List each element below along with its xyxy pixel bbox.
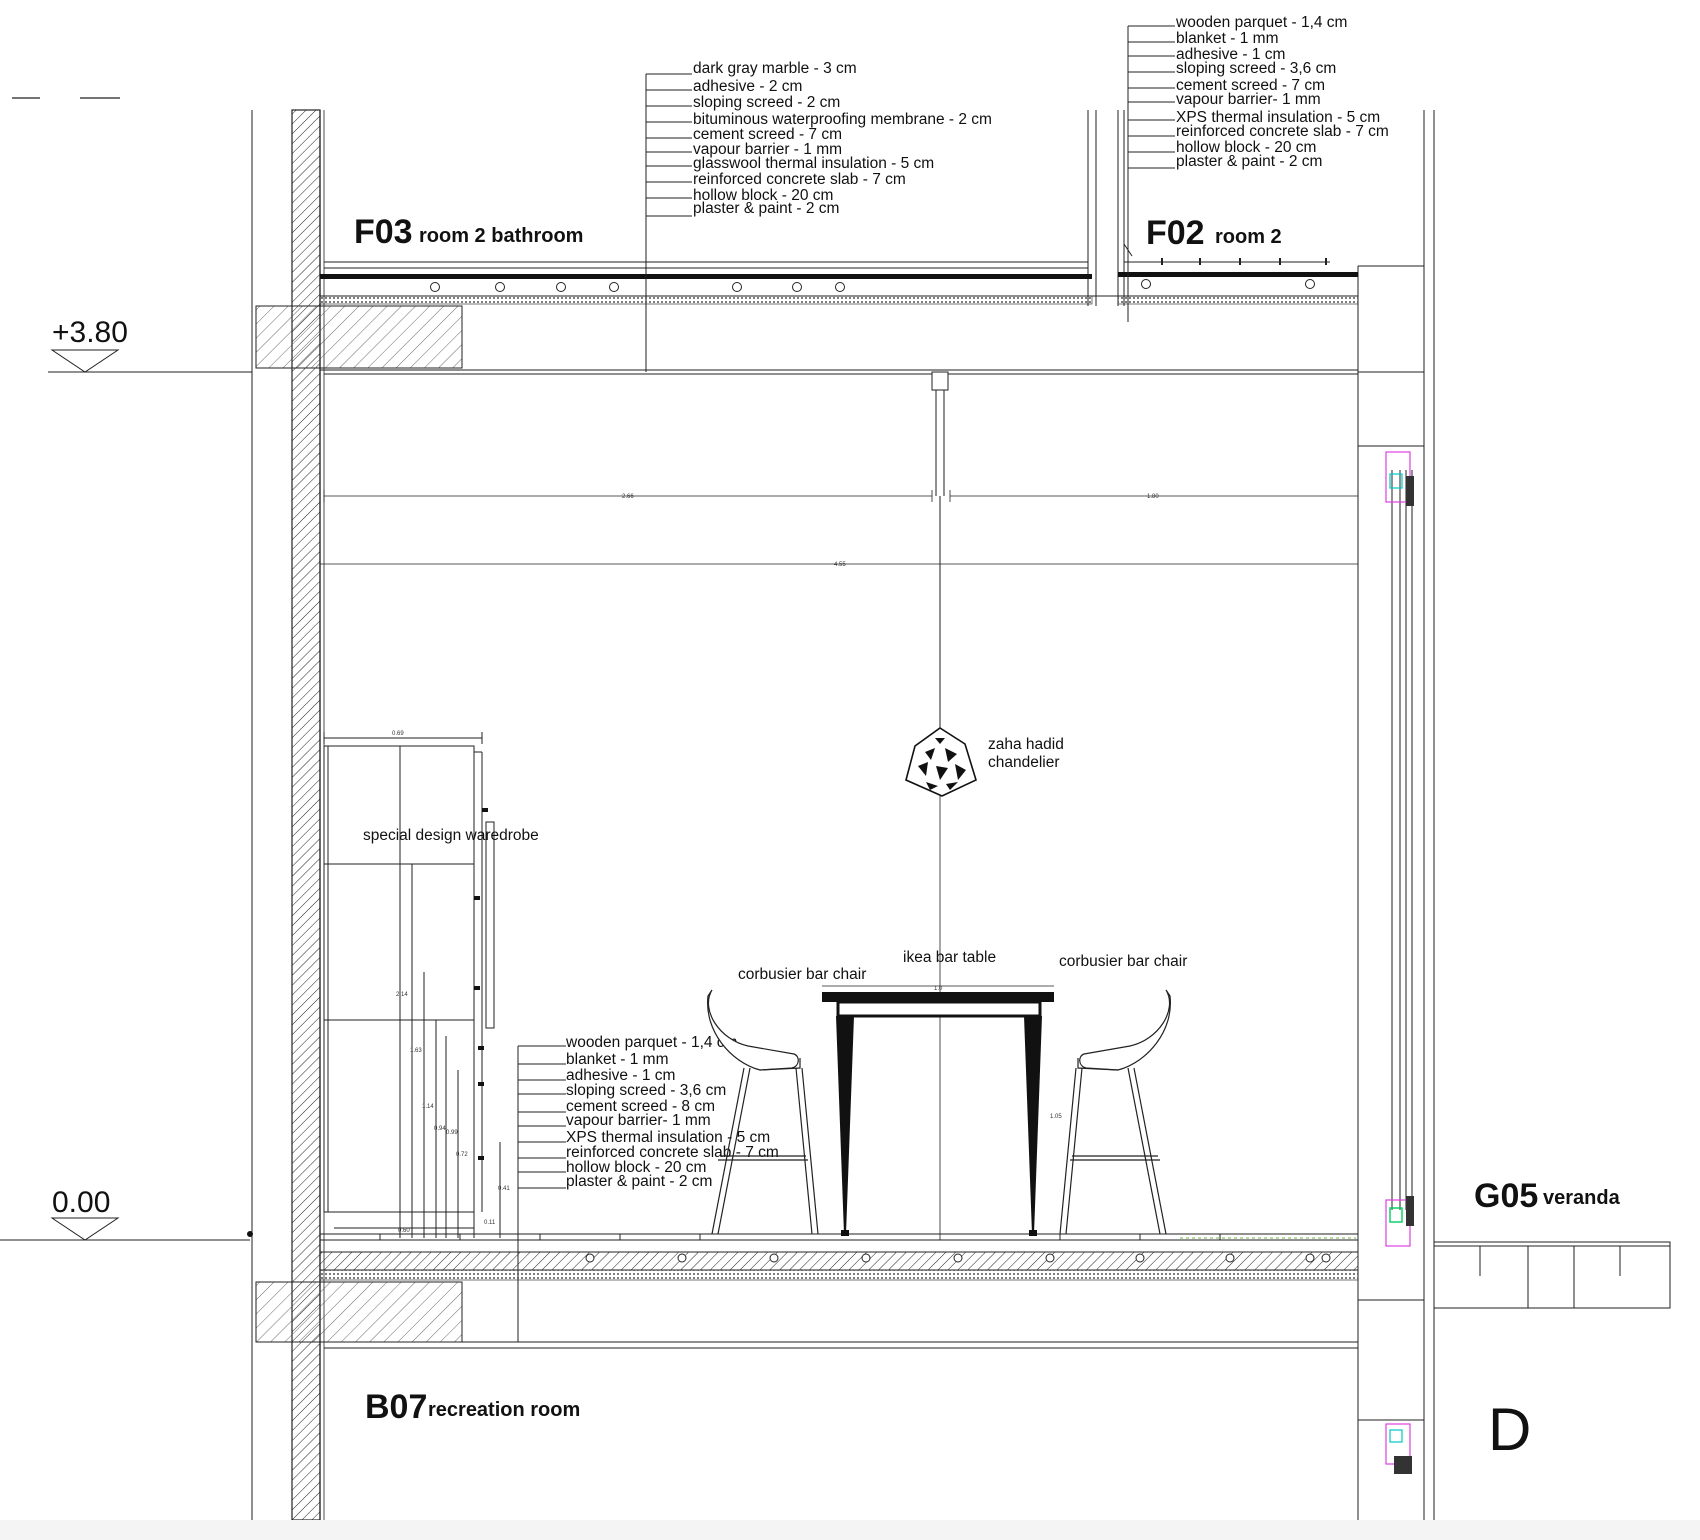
dim-span-total: 4.55 <box>834 562 846 568</box>
wardrobe <box>323 732 501 1238</box>
room-header-g05: G05 veranda <box>1474 1177 1621 1215</box>
ground-layer-leaders <box>517 1045 566 1342</box>
ground-layer: plaster & paint - 2 cm <box>566 1173 712 1190</box>
f03-layer: reinforced concrete slab - 7 cm <box>693 171 906 188</box>
table-label: ikea bar table <box>903 949 996 966</box>
f02-layer: plaster & paint - 2 cm <box>1176 153 1322 170</box>
f03-layer-leaders <box>645 73 692 372</box>
dim-099: 0.99 <box>446 1130 458 1136</box>
dim-span-right: 1.80 <box>1147 494 1159 500</box>
chair-left-label: corbusier bar chair <box>738 966 866 983</box>
dim-060: 0.60 <box>398 1228 410 1234</box>
level-upper-label: +3.80 <box>52 316 128 349</box>
level-mark-upper: +3.80 <box>48 316 252 373</box>
f03-layer: plaster & paint - 2 cm <box>693 200 839 217</box>
level-mark-ground: 0.00 <box>0 1186 253 1241</box>
dim-span-left: 2.66 <box>622 494 634 500</box>
room-code-g05: G05 <box>1474 1177 1538 1215</box>
room-header-b07: B07 recreation room <box>365 1388 580 1426</box>
ground-layer: vapour barrier- 1 mm <box>566 1112 711 1129</box>
f03-layer: glasswool thermal insulation - 5 cm <box>693 155 934 172</box>
room-header-f02: F02 room 2 <box>1146 214 1282 252</box>
dim-114: 1.14 <box>422 1104 434 1110</box>
room-name-b07: recreation room <box>428 1399 580 1421</box>
veranda-slab <box>1433 1241 1671 1309</box>
dim-wardrobe-width: 0.69 <box>392 731 404 737</box>
dim-table-width: 1.0 <box>934 986 943 992</box>
room-name-g05: veranda <box>1543 1187 1621 1209</box>
ground-layer: blanket - 1 mm <box>566 1051 669 1068</box>
f02-layer: sloping screed - 3,6 cm <box>1176 60 1336 77</box>
f02-layer: vapour barrier- 1 mm <box>1176 91 1321 108</box>
f03-layer-list: dark gray marble - 3 cm adhesive - 2 cm … <box>693 60 992 217</box>
ground-layer: wooden parquet - 1,4 cm <box>565 1034 737 1051</box>
f02-layer-leaders <box>1127 25 1175 322</box>
dim-094: 0.94 <box>434 1126 446 1132</box>
f03-layer: adhesive - 2 cm <box>693 78 802 95</box>
level-ground-label: 0.00 <box>52 1186 110 1219</box>
upper-slab <box>255 242 1359 375</box>
f02-layer-list: wooden parquet - 1,4 cm blanket - 1 mm a… <box>1175 14 1389 170</box>
grid-label: D <box>1488 1396 1531 1463</box>
span-dimensions <box>319 490 1359 570</box>
bar-chair-left <box>707 989 819 1235</box>
dim-wardrobe-height: 2.14 <box>396 992 408 998</box>
ground-slab <box>255 1233 1359 1349</box>
f03-layer: dark gray marble - 3 cm <box>693 60 857 77</box>
room-code-f03: F03 <box>354 213 413 251</box>
bar-table <box>822 985 1054 1236</box>
ground-layer: sloping screed - 3,6 cm <box>566 1082 726 1099</box>
f02-layer: blanket - 1 mm <box>1176 30 1279 47</box>
room-code-f02: F02 <box>1146 214 1205 252</box>
f02-layer: wooden parquet - 1,4 cm <box>1175 14 1347 31</box>
window-frame <box>1385 451 1414 1474</box>
f02-layer: reinforced concrete slab - 7 cm <box>1176 123 1389 140</box>
bar-chair-right <box>1059 989 1171 1235</box>
room-name-f02: room 2 <box>1215 226 1282 248</box>
wardrobe-label: special design waredrobe <box>363 827 539 844</box>
f03-layer: sloping screed - 2 cm <box>693 94 840 111</box>
room-header-f03: F03 room 2 bathroom <box>354 213 583 251</box>
section-drawing: +3.80 0.00 F03 room 2 bathroom F02 room … <box>0 14 1700 1540</box>
dim-011: 0.11 <box>484 1220 496 1226</box>
room-code-b07: B07 <box>365 1388 427 1426</box>
dim-table-height: 1.05 <box>1050 1114 1062 1120</box>
dim-072: 0.72 <box>456 1152 468 1158</box>
page-footer-strip <box>0 1520 1700 1540</box>
chair-right-label: corbusier bar chair <box>1059 953 1187 970</box>
room-name-f03: room 2 bathroom <box>419 225 583 247</box>
dim-041: 0.41 <box>498 1186 510 1192</box>
dim-163: 1.63 <box>410 1048 422 1054</box>
chandelier <box>905 371 977 1240</box>
chandelier-label-line1: zaha hadid <box>988 736 1064 753</box>
chandelier-label-line2: chandelier <box>988 754 1060 771</box>
